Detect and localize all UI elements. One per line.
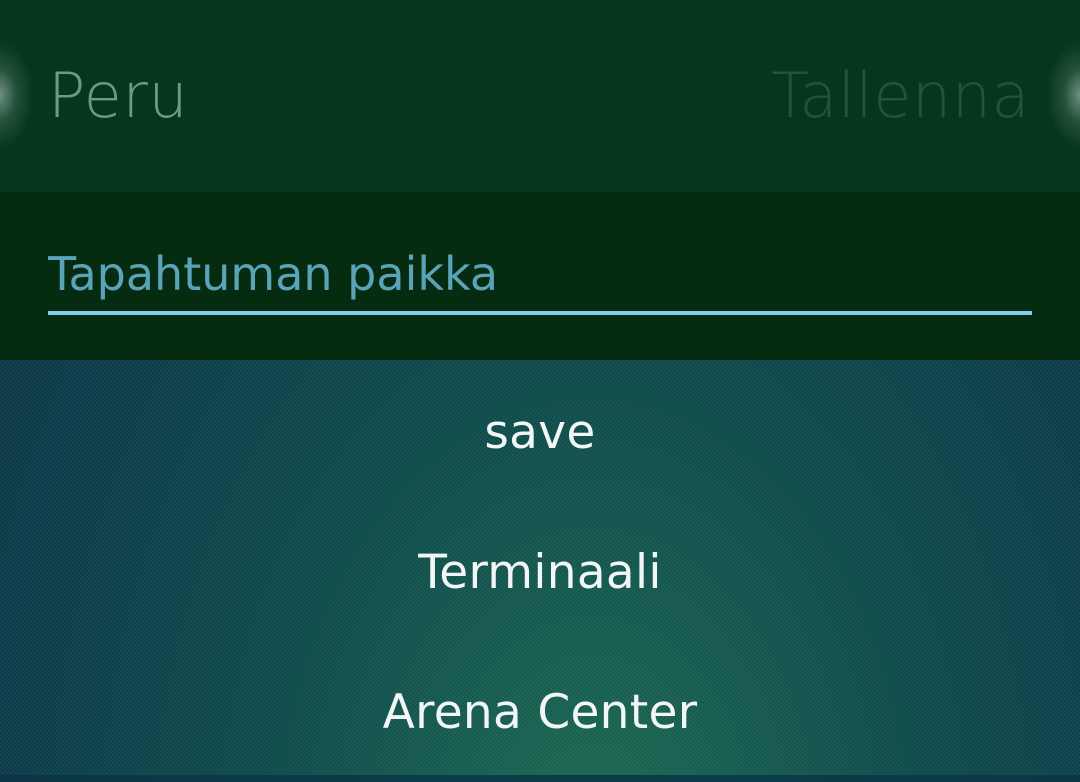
location-suggestions-list: save Terminaali Arena Center xyxy=(0,362,1080,782)
pulley-glow-left xyxy=(0,40,34,150)
cancel-button[interactable]: Peru xyxy=(48,56,188,136)
suggestion-item-terminaali[interactable]: Terminaali xyxy=(0,502,1080,642)
save-button[interactable]: Tallenna xyxy=(771,56,1030,136)
suggestion-item-arena-center[interactable]: Arena Center xyxy=(0,642,1080,782)
input-underline xyxy=(48,311,1032,315)
suggestion-item-save[interactable]: save xyxy=(0,362,1080,502)
event-location-input[interactable] xyxy=(48,236,1032,312)
dialog-header: Peru Tallenna xyxy=(0,0,1080,192)
pulley-glow-right xyxy=(1046,40,1080,150)
